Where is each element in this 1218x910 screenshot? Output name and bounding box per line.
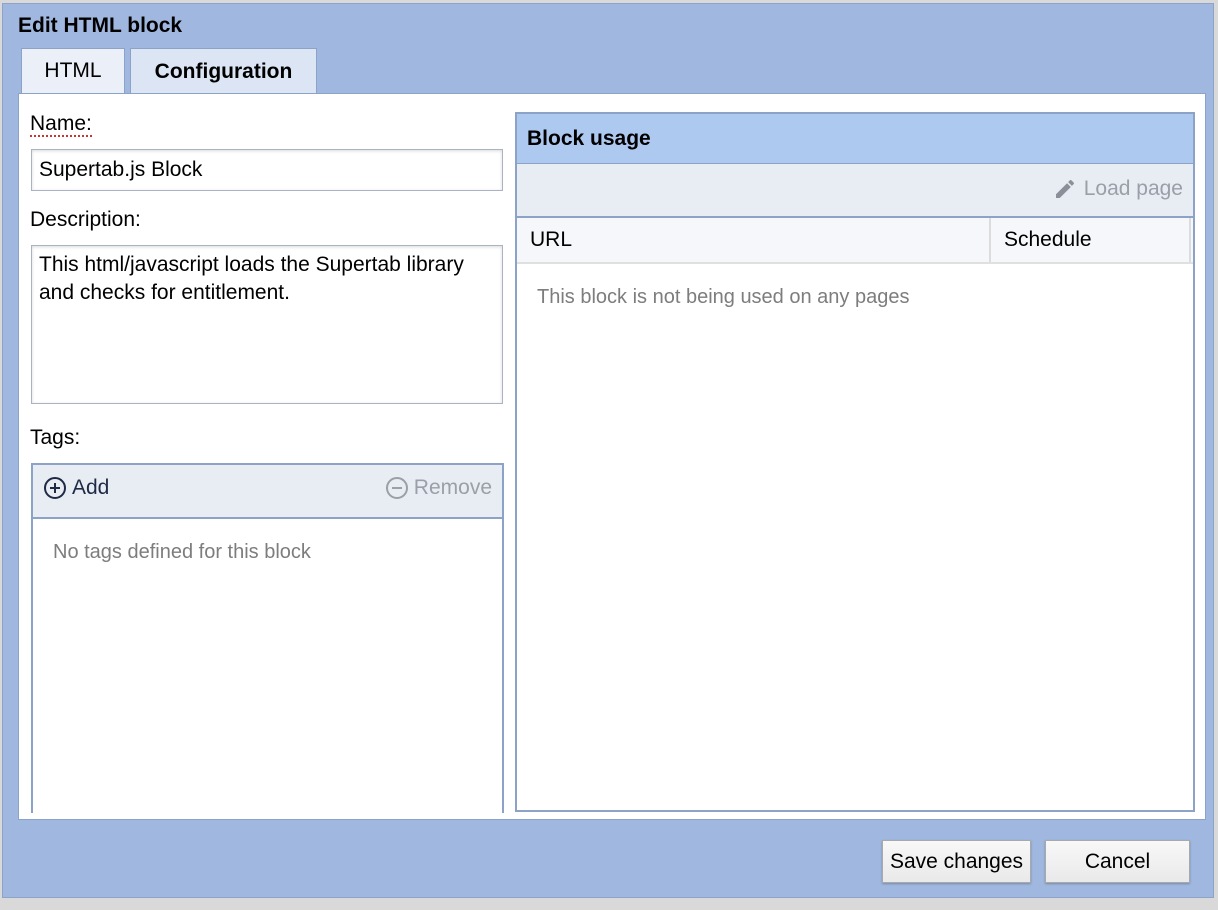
add-tag-label: Add bbox=[72, 476, 110, 499]
pencil-icon bbox=[1055, 179, 1074, 198]
name-label: Name: bbox=[30, 112, 92, 137]
usage-empty-message: This block is not being used on any page… bbox=[537, 286, 910, 308]
load-page-button[interactable]: Load page bbox=[1053, 177, 1183, 201]
dialog-title: Edit HTML block bbox=[18, 14, 183, 37]
plus-circle-icon bbox=[44, 477, 66, 499]
tags-toolbar: Add Remove bbox=[33, 465, 502, 519]
column-header-url[interactable]: URL bbox=[517, 218, 991, 262]
add-tag-button[interactable]: Add bbox=[44, 476, 109, 500]
usage-column-headers: URL Schedule bbox=[517, 218, 1193, 264]
remove-tag-button[interactable]: Remove bbox=[385, 476, 492, 500]
column-header-schedule[interactable]: Schedule bbox=[991, 218, 1191, 262]
tab-configuration[interactable]: Configuration bbox=[130, 48, 317, 94]
tab-html[interactable]: HTML bbox=[21, 48, 125, 93]
name-input[interactable] bbox=[31, 149, 503, 191]
tags-empty-message: No tags defined for this block bbox=[53, 541, 311, 563]
configuration-panel: Name: Description: This html/javascript … bbox=[18, 93, 1206, 820]
minus-circle-icon bbox=[385, 477, 408, 499]
description-textarea[interactable]: This html/javascript loads the Supertab … bbox=[31, 245, 503, 404]
block-usage-toolbar: Load page bbox=[517, 164, 1193, 218]
cancel-button[interactable]: Cancel bbox=[1045, 840, 1190, 883]
tags-label: Tags: bbox=[30, 426, 81, 449]
load-page-label: Load page bbox=[1083, 177, 1183, 200]
save-changes-button[interactable]: Save changes bbox=[882, 840, 1031, 883]
block-usage-header: Block usage bbox=[517, 114, 1193, 164]
remove-tag-label: Remove bbox=[413, 476, 492, 499]
tags-list: Add Remove No tags defined for this bloc… bbox=[31, 463, 504, 813]
block-usage-panel: Block usage Load page URL Schedule This … bbox=[515, 112, 1195, 812]
edit-html-block-dialog: Edit HTML block HTML Configuration Name:… bbox=[2, 3, 1214, 898]
description-label: Description: bbox=[30, 208, 141, 231]
